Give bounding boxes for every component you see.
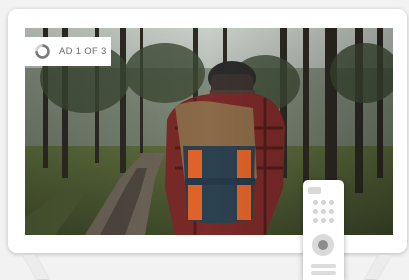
- remote-bar: [311, 264, 336, 268]
- remote-ok-button: [318, 240, 328, 250]
- tv-stand-left-leg: [23, 255, 49, 279]
- ad-progress-ring-icon: [35, 44, 50, 59]
- remote-bar: [311, 271, 336, 275]
- remote-power-button: [308, 187, 321, 194]
- ad-counter-badge: AD 1 OF 3: [25, 37, 111, 66]
- remote-key: [313, 200, 318, 205]
- remote-key: [321, 200, 326, 205]
- remote-key: [329, 200, 334, 205]
- ad-counter-label: AD 1 OF 3: [59, 46, 107, 57]
- remote-key: [329, 209, 334, 214]
- remote-key: [321, 209, 326, 214]
- tv-stand-right-leg: [365, 255, 391, 279]
- remote-keypad: [313, 200, 335, 223]
- remote-key: [321, 218, 326, 223]
- tv-remote-icon: [303, 180, 344, 280]
- remote-dpad: [312, 234, 334, 256]
- remote-key: [313, 209, 318, 214]
- remote-key: [313, 218, 318, 223]
- remote-key: [329, 218, 334, 223]
